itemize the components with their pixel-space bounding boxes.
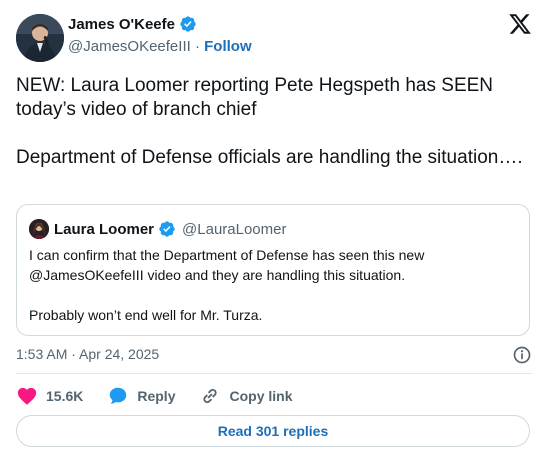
like-count: 15.6K (46, 388, 84, 404)
verified-badge-icon (159, 221, 175, 237)
handle-separator: · (194, 38, 200, 55)
copy-link-button[interactable]: Copy link (199, 385, 293, 407)
quote-author-row: Laura Loomer @LauraLoomer (54, 220, 286, 238)
quote-text: I can confirm that the Department of Def… (29, 247, 425, 323)
verified-badge-icon (180, 16, 196, 32)
reply-label: Reply (137, 388, 176, 404)
tweet-text: NEW: Laura Loomer reporting Pete Hegspet… (16, 75, 523, 168)
tweet-timestamp[interactable]: 1:53 AM · Apr 24, 2025 (16, 346, 159, 362)
x-logo-icon[interactable] (508, 12, 532, 36)
author-avatar[interactable] (16, 14, 64, 62)
follow-button[interactable]: Follow (204, 38, 252, 55)
divider (16, 373, 532, 374)
tweet-card: James O'Keefe @JamesOKeefeIII · Follow N… (0, 0, 548, 463)
author-handle-row: @JamesOKeefeIII · Follow (68, 38, 252, 55)
quote-author-handle: @LauraLoomer (182, 220, 287, 238)
quoted-tweet[interactable]: Laura Loomer @LauraLoomer I can confirm … (16, 204, 530, 336)
heart-icon (17, 387, 37, 405)
link-icon (203, 388, 218, 404)
action-bar: 15.6K Reply Copy link (16, 384, 317, 408)
like-button[interactable]: 15.6K (16, 385, 83, 407)
copy-link-label: Copy link (229, 388, 293, 404)
reply-bubble-icon (110, 387, 127, 404)
quote-author-avatar (29, 219, 49, 239)
read-replies-button[interactable]: Read 301 replies (16, 415, 530, 447)
author-name-text[interactable]: James O'Keefe (68, 16, 175, 33)
author-name[interactable]: James O'Keefe (68, 15, 197, 33)
quote-author-name: Laura Loomer (54, 220, 155, 238)
author-handle[interactable]: @JamesOKeefeIII (68, 38, 191, 55)
reply-button[interactable]: Reply (107, 385, 175, 407)
info-icon[interactable] (512, 345, 532, 365)
